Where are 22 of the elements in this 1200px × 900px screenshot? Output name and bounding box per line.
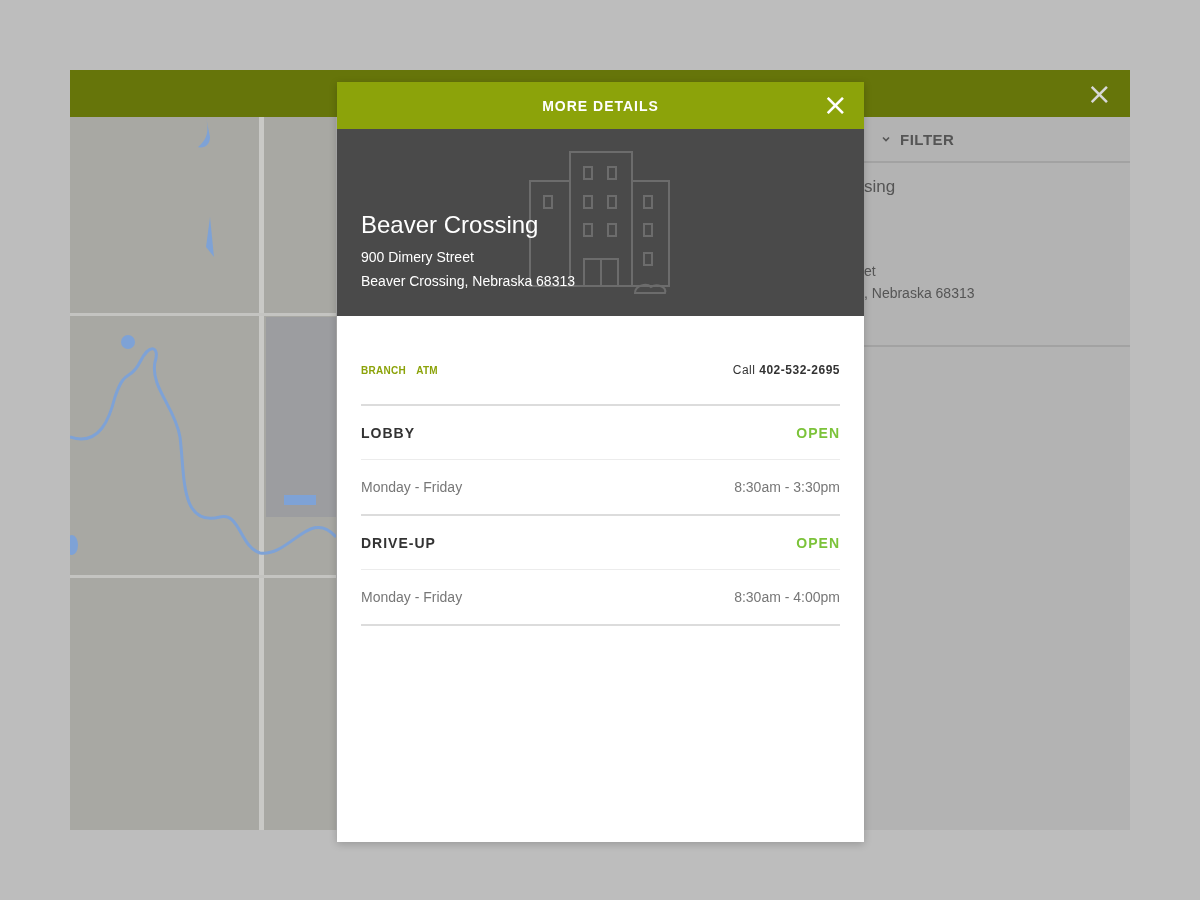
modal-title: MORE DETAILS	[542, 97, 659, 114]
city-address: , Nebraska 68313	[864, 284, 976, 303]
hours-label: 8:30am - 4:00pm	[734, 589, 840, 605]
street-address: et	[864, 262, 877, 281]
location-name: sing	[864, 177, 897, 197]
street-address: 900 Dimery Street	[361, 248, 475, 267]
close-button[interactable]: ×	[818, 90, 852, 120]
close-button[interactable]: ×	[1082, 78, 1116, 109]
service-tag: ATM	[416, 364, 438, 376]
days-label: Monday - Friday	[361, 589, 463, 605]
location-name: Beaver Crossing	[361, 211, 540, 239]
phone-link[interactable]: Call 402-532-2695	[732, 363, 840, 377]
chevron-icon	[882, 136, 890, 142]
status-label: OPEN	[796, 424, 840, 441]
service-tag: BRANCH	[361, 364, 407, 376]
section-title: LOBBY	[361, 424, 415, 441]
status-label: OPEN	[796, 534, 840, 551]
hours-label: 8:30am - 3:30pm	[734, 479, 840, 495]
section-title: DRIVE-UP	[361, 534, 436, 551]
days-label: Monday - Friday	[361, 479, 463, 495]
city-address: Beaver Crossing, Nebraska 68313	[361, 272, 576, 291]
filter-button[interactable]: FILTER	[882, 130, 955, 148]
